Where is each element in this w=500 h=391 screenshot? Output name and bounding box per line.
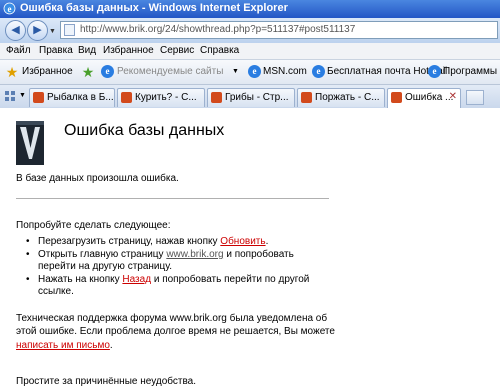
tab-smoking[interactable]: Курить? - С... [117, 88, 205, 107]
divider [16, 198, 329, 199]
bullet: • [26, 236, 30, 247]
page-title: Ошибка базы данных [64, 122, 225, 139]
tab-label: Ошибка ... [405, 92, 454, 103]
tip-text: ссылке. [38, 286, 74, 297]
address-url[interactable]: http://www.brik.org/24/showthread.php?p=… [80, 24, 355, 35]
forward-arrow-icon: ▶ [33, 24, 42, 36]
recommended-dropdown-icon[interactable]: ▼ [232, 68, 239, 75]
list-item: • Открыть главную страницу www.brik.org … [26, 249, 348, 273]
favorite-link-programs[interactable]: Программы р [443, 66, 500, 77]
tab-fishing[interactable]: Рыбалка в Б... [29, 88, 115, 107]
contact-support-link[interactable]: написать им письмо [16, 340, 110, 351]
tab-error-active[interactable]: Ошибка ... ✕ [387, 88, 461, 108]
refresh-link[interactable]: Обновить [220, 236, 265, 247]
support-end: . [109, 340, 113, 351]
bullet: • [26, 249, 30, 260]
internet-explorer-icon: e [3, 2, 16, 15]
close-tab-icon[interactable]: ✕ [449, 91, 457, 102]
site-favicon-icon [121, 92, 132, 103]
menu-view[interactable]: Вид [78, 45, 96, 56]
recommended-sites-link[interactable]: Рекомендуемые сайты [117, 66, 223, 77]
add-favorite-icon[interactable]: ★ [80, 64, 96, 80]
ie-page-icon: e [312, 65, 325, 78]
tip-text: и попробовать [223, 249, 294, 260]
menu-tools[interactable]: Сервис [160, 45, 194, 56]
tip-text: . [265, 236, 269, 247]
suggestions-list: • Перезагрузить страницу, нажав кнопку О… [16, 236, 348, 299]
page-icon [64, 24, 75, 36]
error-message: В базе данных произошла ошибка. [16, 173, 179, 184]
tab-label: Рыбалка в Б... [47, 92, 114, 103]
tab-list-dropdown-icon[interactable]: ▼ [19, 92, 26, 99]
tab-label: Курить? - С... [135, 92, 197, 103]
site-favicon-icon [33, 92, 44, 103]
site-favicon-icon [211, 92, 222, 103]
back-button[interactable]: ◀ [5, 20, 26, 41]
menu-file[interactable]: Файл [6, 45, 31, 56]
list-item: • Нажать на кнопку Назад и попробовать п… [26, 274, 348, 298]
site-favicon-icon [301, 92, 312, 103]
site-favicon-icon [391, 92, 402, 103]
tip-text: перейти на другую страницу. [38, 261, 173, 272]
tab-mushrooms[interactable]: Грибы - Стр... [207, 88, 295, 107]
title-bar: e Ошибка базы данных - Windows Internet … [0, 0, 500, 18]
tab-laugh[interactable]: Поржать - С... [297, 88, 385, 107]
tab-label: Поржать - С... [315, 92, 380, 103]
list-item: • Перезагрузить страницу, нажав кнопку О… [26, 236, 348, 248]
ie-page-icon: e [101, 65, 114, 78]
homepage-link[interactable]: www.brik.org [166, 249, 223, 260]
site-logo [16, 121, 44, 165]
window-title: Ошибка базы данных - Windows Internet Ex… [20, 2, 288, 14]
support-notice-line2: этой ошибке. Если проблема долгое время … [16, 326, 335, 337]
support-notice-line1: Техническая поддержка форума www.brik.or… [16, 313, 328, 324]
navigation-bar: ◀ ▶ ▼ http://www.brik.org/24/showthread.… [0, 18, 500, 43]
tip-text: Нажать на кнопку [38, 274, 123, 285]
new-tab-button[interactable] [466, 90, 484, 105]
tab-label: Грибы - Стр... [225, 92, 289, 103]
favorites-bar: ★ Избранное ★ e Рекомендуемые сайты ▼ e … [0, 60, 500, 85]
ie-page-icon: e [428, 65, 441, 78]
address-bar[interactable]: http://www.brik.org/24/showthread.php?p=… [60, 21, 498, 39]
bullet: • [26, 274, 30, 285]
menu-favorites[interactable]: Избранное [103, 45, 154, 56]
tip-text: Открыть главную страницу [38, 249, 167, 260]
favorite-link-msn[interactable]: MSN.com [263, 66, 307, 77]
favorites-button[interactable]: Избранное [22, 66, 73, 77]
apology-text: Простите за причинённые неудобства. [16, 376, 196, 387]
ie-page-icon: e [248, 65, 261, 78]
quick-tabs-icon[interactable] [5, 91, 15, 101]
menu-edit[interactable]: Правка [39, 45, 73, 56]
back-arrow-icon: ◀ [11, 24, 20, 36]
back-link[interactable]: Назад [122, 274, 151, 285]
history-dropdown-icon[interactable]: ▼ [49, 28, 56, 35]
forward-button[interactable]: ▶ [27, 20, 48, 41]
tip-text: Перезагрузить страницу, нажав кнопку [38, 236, 221, 247]
page-content: Ошибка базы данных В базе данных произош… [0, 108, 500, 391]
favorites-star-icon[interactable]: ★ [4, 64, 20, 80]
tabs-bar: ▼ Рыбалка в Б... Курить? - С... Грибы - … [0, 85, 500, 109]
tip-text: и попробовать перейти по другой [151, 274, 310, 285]
menu-bar: Файл Правка Вид Избранное Сервис Справка [0, 43, 500, 60]
support-notice-line3: написать им письмо. [16, 340, 113, 352]
try-heading: Попробуйте сделать следующее: [16, 220, 171, 231]
svg-text:e: e [8, 4, 12, 14]
menu-help[interactable]: Справка [200, 45, 239, 56]
